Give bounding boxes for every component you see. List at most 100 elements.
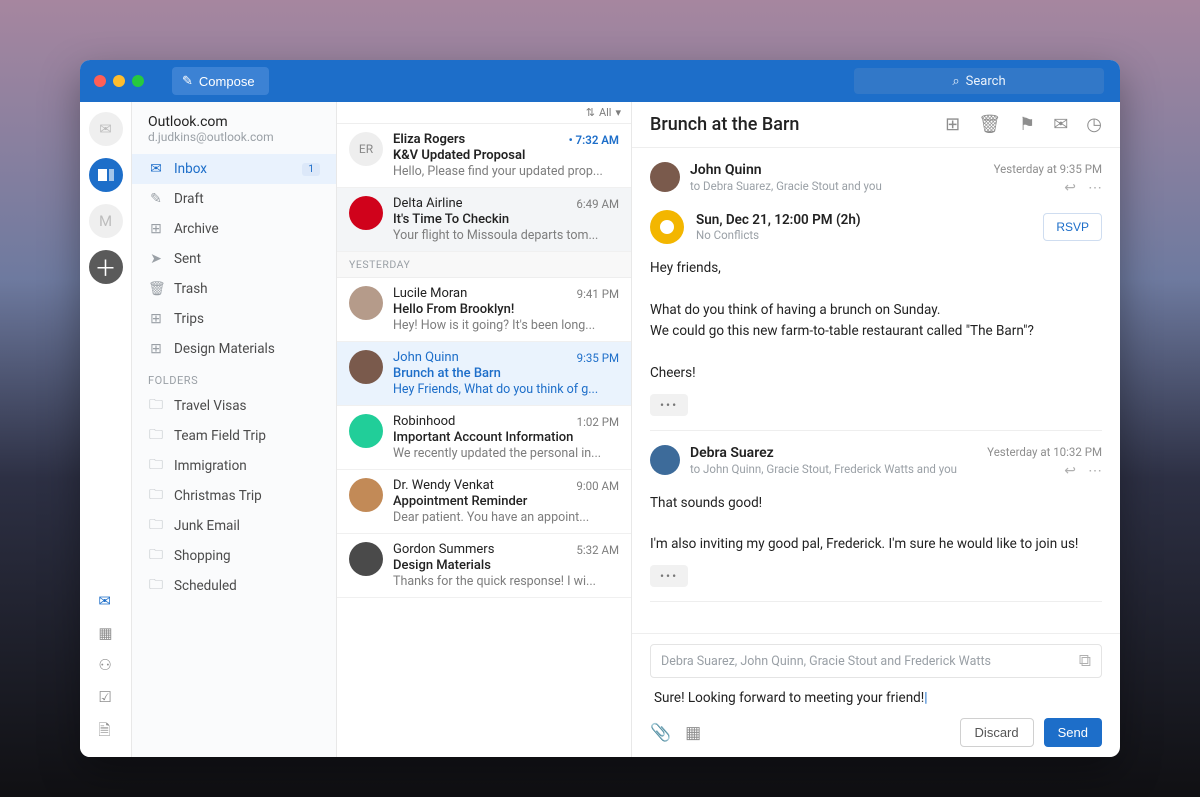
nav-calendar-icon[interactable]: ▦	[98, 624, 112, 642]
app-window: ✎ Compose ⌕ Search ✉ M ＋ ✉ ▦ ⚇ ☑ 🗎	[80, 60, 1120, 757]
message-from: Gordon Summers	[393, 542, 494, 557]
author-name: John Quinn	[690, 162, 882, 178]
more-icon[interactable]: ⋯	[1088, 463, 1102, 479]
message-item[interactable]: Gordon Summers 5:32 AM Design Materials …	[337, 534, 631, 598]
flag-icon[interactable]: ⚑	[1019, 114, 1035, 135]
message-body: That sounds good! I'm also inviting my g…	[650, 493, 1102, 556]
popout-icon[interactable]: ⧉	[1079, 651, 1091, 671]
unread-badge: 1	[302, 163, 320, 176]
message-timestamp: Yesterday at 10:32 PM	[987, 445, 1102, 459]
sidebar-item-design-materials[interactable]: ⊞ Design Materials	[132, 334, 336, 364]
filter-label: All	[599, 106, 612, 119]
compose-button[interactable]: ✎ Compose	[172, 67, 269, 95]
message-item[interactable]: Robinhood 1:02 PM Important Account Info…	[337, 406, 631, 470]
maximize-window[interactable]	[132, 75, 144, 87]
reply-text: Sure! Looking forward to meeting your fr…	[654, 690, 924, 706]
expand-quoted[interactable]: •••	[650, 565, 688, 587]
archive-icon[interactable]: ⊞	[945, 114, 960, 135]
search-input[interactable]: ⌕ Search	[854, 68, 1104, 94]
content: ✉ M ＋ ✉ ▦ ⚇ ☑ 🗎 Outlook.com d.judkins@ou…	[80, 102, 1120, 757]
message-subject: K&V Updated Proposal	[393, 148, 619, 163]
sidebar-item-archive[interactable]: ⊞ Archive	[132, 214, 336, 244]
message-body: Hey friends, What do you think of having…	[650, 258, 1102, 384]
account-avatar-1[interactable]: ✉	[89, 112, 123, 146]
message-card: Debra Suarez to John Quinn, Gracie Stout…	[650, 431, 1102, 603]
nav-people-icon[interactable]: ⚇	[98, 656, 112, 674]
folder-icon: 🗀	[148, 424, 164, 448]
nav-tasks-icon[interactable]: ☑	[98, 688, 112, 706]
folder-travel-visas[interactable]: 🗀 Travel Visas	[132, 391, 336, 421]
recipients: to Debra Suarez, Gracie Stout and you	[690, 179, 882, 193]
search-placeholder: Search	[966, 74, 1006, 89]
sidebar-item-sent[interactable]: ➤ Sent	[132, 244, 336, 274]
folder-shopping[interactable]: 🗀 Shopping	[132, 541, 336, 571]
reading-pane: Brunch at the Barn ⊞ 🗑 ⚑ ✉ ◷ John Quinn …	[632, 102, 1120, 757]
folder-team-field-trip[interactable]: 🗀 Team Field Trip	[132, 421, 336, 451]
discard-button[interactable]: Discard	[960, 718, 1034, 747]
reply-body[interactable]: Sure! Looking forward to meeting your fr…	[650, 678, 1102, 718]
folder-icon: ✉	[148, 161, 164, 177]
folder-icon: ⊞	[148, 221, 164, 237]
reply-icon[interactable]: ↩	[1064, 180, 1076, 196]
nav-mail-icon[interactable]: ✉	[98, 592, 112, 610]
message-preview: We recently updated the personal in...	[393, 446, 619, 461]
message-from: Lucile Moran	[393, 286, 467, 301]
message-subject: It's Time To Checkin	[393, 212, 619, 227]
message-item[interactable]: Lucile Moran 9:41 PM Hello From Brooklyn…	[337, 278, 631, 342]
sender-avatar	[349, 414, 383, 448]
search-icon: ⌕	[952, 74, 959, 89]
sidebar-item-inbox[interactable]: ✉ Inbox1	[132, 154, 336, 184]
folder-scheduled[interactable]: 🗀 Scheduled	[132, 571, 336, 601]
folder-label: Immigration	[174, 458, 247, 474]
add-account[interactable]: ＋	[89, 250, 123, 284]
account-rail: ✉ M ＋ ✉ ▦ ⚇ ☑ 🗎	[80, 102, 132, 757]
message-item[interactable]: ER Eliza Rogers 7:32 AM K&V Updated Prop…	[337, 124, 631, 188]
reply-icon[interactable]: ↩	[1064, 463, 1076, 479]
reply-to-field[interactable]: Debra Suarez, John Quinn, Gracie Stout a…	[650, 644, 1102, 678]
send-button[interactable]: Send	[1044, 718, 1102, 747]
calendar-event: Sun, Dec 21, 12:00 PM (2h) No Conflicts …	[650, 210, 1102, 244]
close-window[interactable]	[94, 75, 106, 87]
nav-notes-icon[interactable]: 🗎	[98, 720, 112, 745]
sidebar-item-draft[interactable]: ✎ Draft	[132, 184, 336, 214]
minimize-window[interactable]	[113, 75, 125, 87]
account-name: Outlook.com	[148, 114, 320, 130]
message-from: John Quinn	[393, 350, 459, 365]
titlebar: ✎ Compose ⌕ Search	[80, 60, 1120, 102]
message-time: 9:00 AM	[576, 479, 619, 493]
sidebar-item-label: Sent	[174, 251, 201, 267]
account-header[interactable]: Outlook.com d.judkins@outlook.com	[132, 110, 336, 154]
message-item[interactable]: John Quinn 9:35 PM Brunch at the Barn He…	[337, 342, 631, 406]
outlook-icon	[97, 166, 115, 184]
message-item[interactable]: Dr. Wendy Venkat 9:00 AM Appointment Rem…	[337, 470, 631, 534]
folder-icon: 🗑	[148, 281, 164, 297]
folder-junk-email[interactable]: 🗀 Junk Email	[132, 511, 336, 541]
message-preview: Hey Friends, What do you think of g...	[393, 382, 619, 397]
compose-icon: ✎	[182, 73, 193, 89]
mark-read-icon[interactable]: ✉	[1053, 114, 1068, 135]
attach-icon[interactable]: 📎	[650, 723, 671, 743]
account-outlook[interactable]	[89, 158, 123, 192]
account-gmail[interactable]: M	[89, 204, 123, 238]
message-item[interactable]: Delta Airline 6:49 AM It's Time To Check…	[337, 188, 631, 252]
sender-avatar	[349, 350, 383, 384]
message-subject: Appointment Reminder	[393, 494, 619, 509]
folder-immigration[interactable]: 🗀 Immigration	[132, 451, 336, 481]
more-icon[interactable]: ⋯	[1088, 180, 1102, 196]
folder-christmas-trip[interactable]: 🗀 Christmas Trip	[132, 481, 336, 511]
snooze-icon[interactable]: ◷	[1086, 114, 1102, 135]
reply-to-text: Debra Suarez, John Quinn, Gracie Stout a…	[661, 654, 991, 669]
insert-icon[interactable]: ▦	[685, 723, 701, 743]
sidebar-item-trips[interactable]: ⊞ Trips	[132, 304, 336, 334]
message-preview: Hello, Please find your updated prop...	[393, 164, 619, 179]
message-subject: Hello From Brooklyn!	[393, 302, 619, 317]
delete-icon[interactable]: 🗑	[978, 114, 1001, 135]
rsvp-button[interactable]: RSVP	[1043, 213, 1102, 241]
sidebar-item-trash[interactable]: 🗑 Trash	[132, 274, 336, 304]
sender-avatar	[349, 478, 383, 512]
sidebar-item-label: Archive	[174, 221, 219, 237]
message-subject: Important Account Information	[393, 430, 619, 445]
expand-quoted[interactable]: •••	[650, 394, 688, 416]
message-from: Delta Airline	[393, 196, 463, 211]
filter-bar[interactable]: ⇅ All ▾	[337, 102, 631, 124]
